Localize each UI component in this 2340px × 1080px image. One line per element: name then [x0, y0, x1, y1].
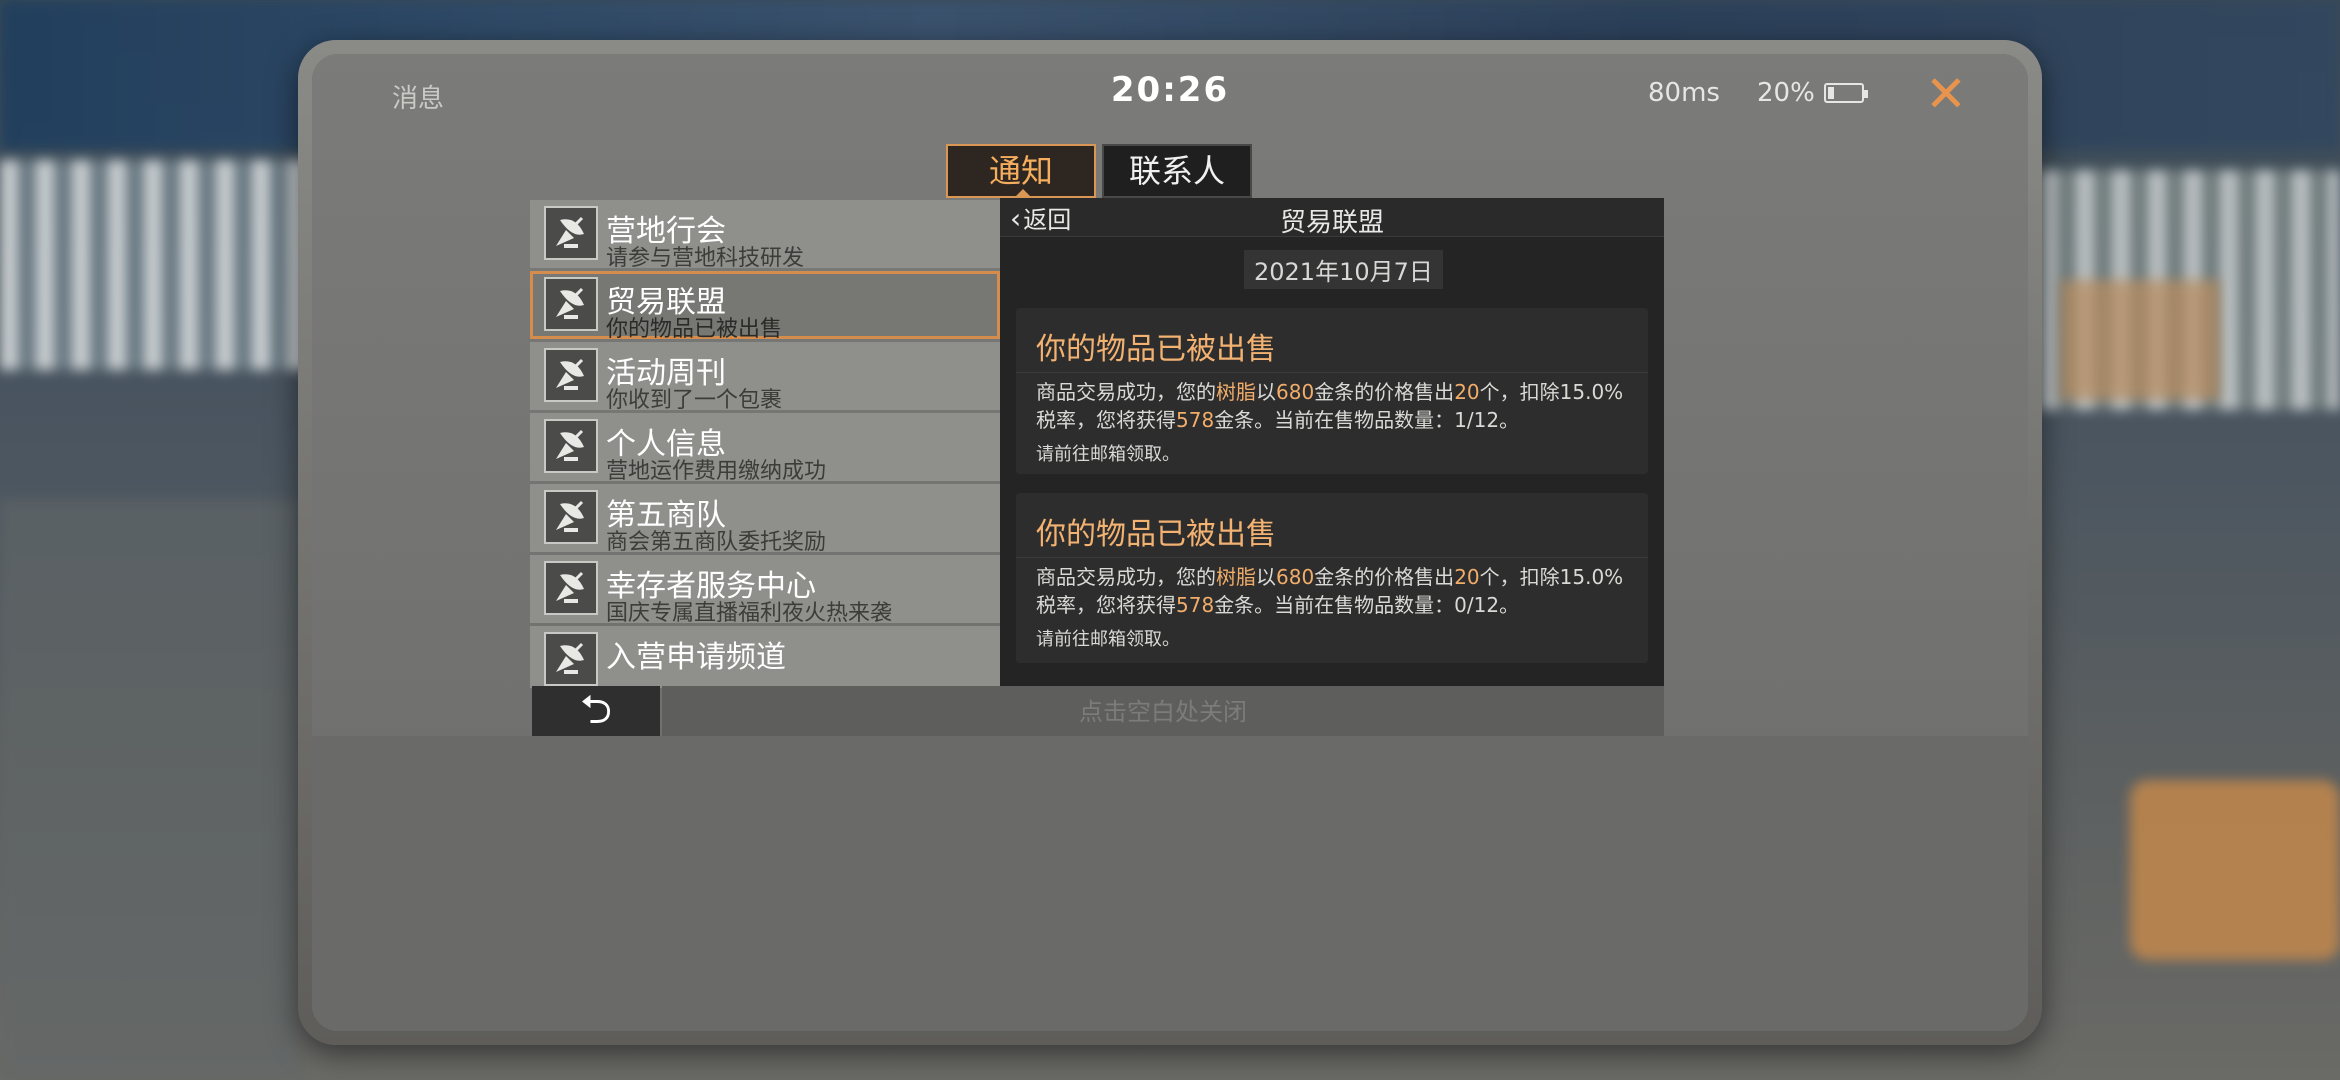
- body-text: 以: [1256, 380, 1276, 404]
- screen-lower-area: [312, 736, 2028, 1031]
- body-text: 金条的价格售出: [1314, 380, 1455, 404]
- list-item-subtitle: 商会第五商队委托奖励: [606, 530, 827, 555]
- list-item-weekly-events[interactable]: 活动周刊 你收到了一个包裹: [530, 342, 1000, 413]
- message-divider: [1016, 372, 1648, 373]
- ping-readout: 80ms: [1648, 78, 1720, 108]
- tablet-frame: 消息 20:26 80ms 20% ✕ 通知 联系人 营地行会 请参与营地科技研…: [298, 40, 2042, 1045]
- message-body: 商品交易成功，您的树脂以680金条的价格售出20个，扣除15.0%税率，您将获得…: [1036, 378, 1636, 434]
- satellite-dish-icon: [544, 348, 598, 402]
- list-item-subtitle: 请参与营地科技研发: [606, 246, 805, 271]
- satellite-dish-icon: [544, 277, 598, 331]
- satellite-dish-icon: [544, 206, 598, 260]
- list-item-trade-alliance[interactable]: 贸易联盟 你的物品已被出售: [530, 271, 1000, 342]
- body-text: 金条。当前在售物品数量：1/12。: [1214, 408, 1520, 432]
- close-x-icon[interactable]: ✕: [1916, 64, 1976, 124]
- battery-fill: [1828, 87, 1834, 99]
- body-text: 金条的价格售出: [1314, 565, 1455, 589]
- body-text: 商品交易成功，您的: [1036, 380, 1216, 404]
- message-title: 你的物品已被出售: [1036, 517, 1276, 552]
- item-name: 树脂: [1216, 565, 1256, 589]
- message-divider: [1016, 557, 1648, 558]
- body-text: 金条。当前在售物品数量：0/12。: [1214, 593, 1520, 617]
- list-item-camp-guild[interactable]: 营地行会 请参与营地科技研发: [530, 200, 1000, 271]
- message-detail-panel: ‹返回 贸易联盟 2021年10月7日 你的物品已被出售 商品交易成功，您的树脂…: [1000, 198, 1664, 688]
- battery-percent: 20%: [1757, 78, 1815, 108]
- list-item-subtitle: 国庆专属直播福利夜火热来袭: [606, 601, 893, 626]
- satellite-dish-icon: [544, 561, 598, 615]
- sale-quantity: 20: [1454, 380, 1480, 404]
- body-text: 以: [1256, 565, 1276, 589]
- background-floor: [0, 500, 300, 1080]
- background-cushion: [2130, 780, 2340, 960]
- detail-title: 贸易联盟: [1279, 208, 1384, 238]
- notification-list[interactable]: 营地行会 请参与营地科技研发 贸易联盟 你的物品已被出售 活动周刊 你收到了一个…: [530, 200, 1000, 688]
- satellite-dish-icon: [544, 490, 598, 544]
- tap-blank-to-close[interactable]: 点击空白处关闭: [662, 686, 1664, 736]
- message-card: 你的物品已被出售 商品交易成功，您的树脂以680金条的价格售出20个，扣除15.…: [1016, 493, 1648, 663]
- satellite-dish-icon: [544, 419, 598, 473]
- body-text: 商品交易成功，您的: [1036, 565, 1216, 589]
- sale-price: 680: [1276, 565, 1315, 589]
- background-crate: [2060, 280, 2220, 400]
- sale-price: 680: [1276, 380, 1315, 404]
- tab-notifications[interactable]: 通知: [946, 144, 1096, 198]
- sale-quantity: 20: [1454, 565, 1480, 589]
- list-item-personal-info[interactable]: 个人信息 营地运作费用缴纳成功: [530, 413, 1000, 484]
- battery-icon: [1824, 83, 1868, 103]
- list-item-title: 入营申请频道: [606, 640, 786, 675]
- date-label: 2021年10月7日: [1244, 250, 1443, 289]
- detail-header: ‹返回 贸易联盟: [1000, 198, 1664, 238]
- earned-amount: 578: [1176, 408, 1215, 432]
- tab-contacts[interactable]: 联系人: [1102, 144, 1252, 198]
- message-note: 请前往邮箱领取。: [1036, 444, 1180, 465]
- message-card: 你的物品已被出售 商品交易成功，您的树脂以680金条的价格售出20个，扣除15.…: [1016, 308, 1648, 474]
- background-railing-left: [0, 160, 330, 370]
- list-item-subtitle: 你的物品已被出售: [606, 317, 783, 342]
- message-body: 商品交易成功，您的树脂以680金条的价格售出20个，扣除15.0%税率，您将获得…: [1036, 563, 1636, 619]
- list-item-fifth-caravan[interactable]: 第五商队 商会第五商队委托奖励: [530, 484, 1000, 555]
- message-title: 你的物品已被出售: [1036, 332, 1276, 367]
- list-item-subtitle: 营地运作费用缴纳成功: [606, 459, 827, 484]
- list-item-camp-application[interactable]: 入营申请频道: [530, 626, 1000, 688]
- earned-amount: 578: [1176, 593, 1215, 617]
- undo-arrow-icon[interactable]: ⮌: [532, 686, 660, 736]
- message-note: 请前往邮箱领取。: [1036, 629, 1180, 650]
- tablet-screen: 消息 20:26 80ms 20% ✕ 通知 联系人 营地行会 请参与营地科技研…: [312, 54, 2028, 1031]
- satellite-dish-icon: [544, 632, 598, 686]
- list-item-subtitle: 你收到了一个包裹: [606, 388, 783, 413]
- item-name: 树脂: [1216, 380, 1256, 404]
- list-item-survivor-service[interactable]: 幸存者服务中心 国庆专属直播福利夜火热来袭: [530, 555, 1000, 626]
